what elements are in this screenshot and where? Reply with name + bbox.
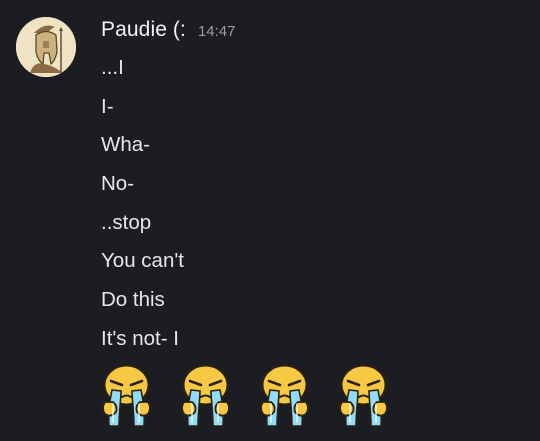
message-line: ..stop <box>101 210 152 234</box>
message-lines: ...I I- Wha- No- ..stop You can't Do thi… <box>101 53 184 363</box>
message-line: It's not- I <box>101 326 179 350</box>
message-header: Paudie (: 14:47 <box>101 18 236 48</box>
crying-face-emoji-icon[interactable] <box>336 364 391 431</box>
message-line: No- <box>101 172 135 196</box>
message-line: I- <box>101 94 114 118</box>
spartan-helmet-icon <box>16 17 76 77</box>
chat-message: Paudie (: 14:47 ...I I- Wha- No- ..stop … <box>0 0 540 441</box>
timestamp[interactable]: 14:47 <box>198 23 236 40</box>
avatar[interactable] <box>16 17 76 77</box>
crying-face-emoji-icon[interactable] <box>99 364 154 431</box>
username[interactable]: Paudie (: <box>101 18 186 42</box>
crying-face-emoji-icon[interactable] <box>178 364 233 431</box>
message-line: You can't <box>101 249 184 273</box>
crying-face-emoji-icon[interactable] <box>257 364 312 431</box>
message-line: ...I <box>101 56 124 79</box>
message-line: Wha- <box>101 133 150 157</box>
emoji-row <box>99 364 391 431</box>
message-line: Do this <box>101 288 165 312</box>
